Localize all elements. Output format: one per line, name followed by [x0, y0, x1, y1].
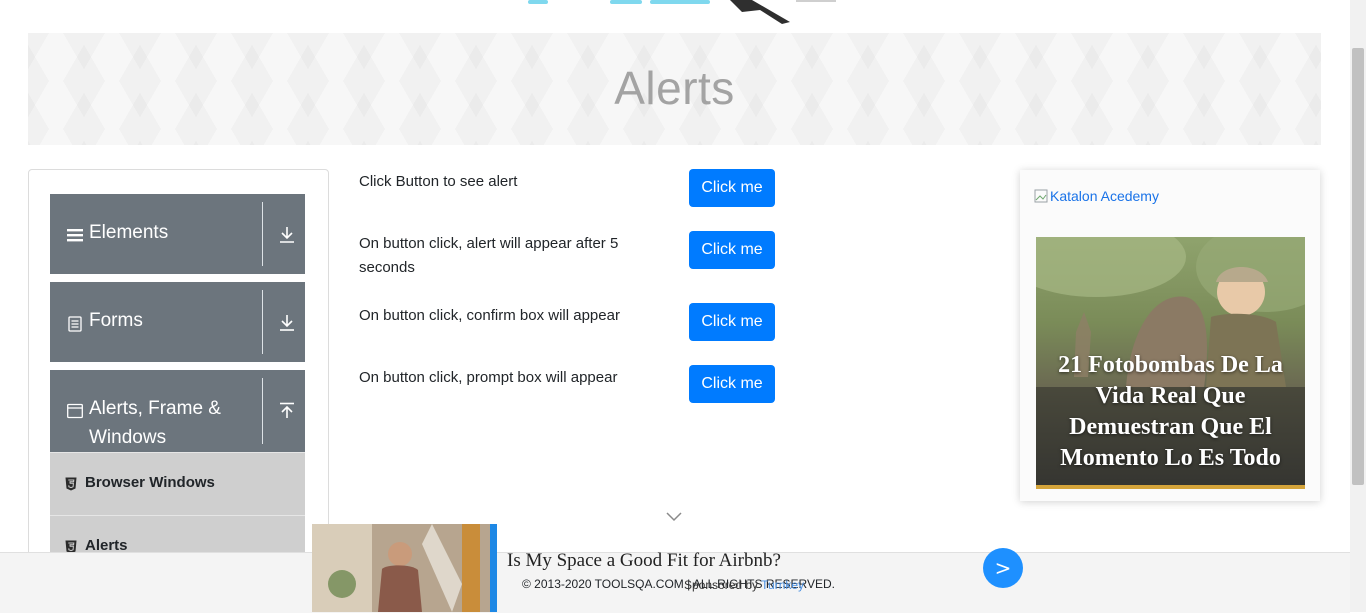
prompt-button[interactable]: Click me — [689, 365, 775, 403]
sidebar-item-label: Browser Windows — [85, 474, 215, 491]
sponsored-prefix: Sponsored by — [684, 578, 762, 592]
html5-icon — [65, 477, 77, 491]
scrollbar-thumb[interactable] — [1352, 48, 1364, 485]
timer-alert-row-label: On button click, alert will appear after… — [359, 235, 619, 276]
download-arrow-icon[interactable] — [279, 314, 295, 332]
confirm-button[interactable]: Click me — [689, 303, 775, 341]
timer-alert-button[interactable]: Click me — [689, 231, 775, 269]
ad-card: Katalon Acedemy 21 Fotobombas De La Vida… — [1020, 170, 1320, 501]
divider — [262, 290, 263, 354]
sidebar-group-label: Alerts, Frame & — [89, 398, 221, 419]
bottom-ad-image[interactable] — [312, 524, 497, 612]
chevron-down-icon[interactable] — [666, 510, 682, 522]
alert-row-label: Click Button to see alert — [359, 173, 518, 190]
sponsored-label: Sponsored by Turnkey — [684, 578, 804, 592]
ad-go-button[interactable]: > — [983, 548, 1023, 588]
alert-button[interactable]: Click me — [689, 169, 775, 207]
download-arrow-icon[interactable] — [279, 226, 295, 244]
sidebar-group-elements[interactable]: Elements — [50, 194, 305, 274]
window-icon — [67, 403, 83, 419]
page-title: Alerts — [614, 62, 735, 114]
sidebar-group-label: Forms — [89, 310, 143, 331]
document-icon — [68, 316, 82, 332]
page-banner: Alerts — [28, 33, 1321, 145]
site-logo[interactable] — [520, 0, 850, 24]
sidebar-item-browser-windows[interactable]: Browser Windows — [50, 452, 305, 515]
upload-arrow-icon[interactable] — [279, 402, 295, 420]
sponsor-link[interactable]: Turnkey — [761, 578, 804, 592]
broken-image-icon — [1034, 189, 1048, 203]
ad-image[interactable]: 21 Fotobombas De La Vida Real Que Demues… — [1036, 237, 1305, 489]
sidebar-group-label: Elements — [89, 222, 169, 243]
hamburger-icon — [67, 229, 83, 242]
ad-link[interactable]: Katalon Acedemy — [1034, 188, 1159, 204]
divider — [262, 202, 263, 266]
sidebar-group-alerts-frame-windows[interactable]: Alerts, Frame & Windows — [50, 370, 305, 452]
ad-link-text: Katalon Acedemy — [1050, 188, 1159, 204]
sidebar-group-forms[interactable]: Forms — [50, 282, 305, 362]
prompt-row-label: On button click, prompt box will appear — [359, 369, 618, 386]
divider — [262, 378, 263, 444]
bottom-ad-photo — [312, 524, 497, 612]
bottom-ad-title[interactable]: Is My Space a Good Fit for Airbnb? — [507, 550, 781, 572]
sidebar-group-label-line2: Windows — [89, 427, 167, 448]
ad-headline: 21 Fotobombas De La Vida Real Que Demues… — [1058, 352, 1283, 471]
confirm-row-label: On button click, confirm box will appear — [359, 307, 620, 324]
sidebar: Elements Forms Alerts, Frame & Windows B… — [28, 169, 329, 571]
